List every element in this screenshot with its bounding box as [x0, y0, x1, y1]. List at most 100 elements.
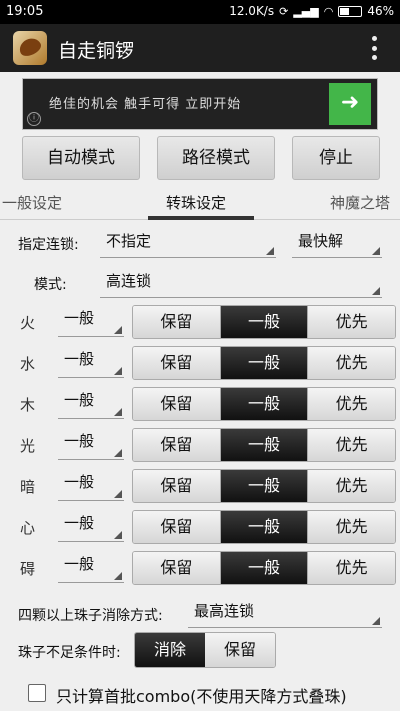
battery-fill	[340, 7, 350, 15]
element-label: 火	[20, 314, 36, 332]
segment-option[interactable]: 一般	[220, 306, 309, 338]
segment-option[interactable]: 保留	[133, 511, 221, 543]
status-right-group: 12.0K/s ⟳ ▂▄▆ ◠ 46%	[229, 4, 394, 18]
mode-spinner[interactable]: 高连锁	[100, 270, 382, 298]
element-priority-spinner[interactable]: 一般	[58, 307, 124, 337]
tab-bar: 一般设定 转珠设定 神魔之塔	[0, 184, 400, 220]
battery-percent: 46%	[367, 4, 394, 18]
ad-banner[interactable]: 绝佳的机会 触手可得 立即开始 ⓘ ➜	[22, 78, 378, 130]
dropdown-arrow-icon	[114, 367, 122, 375]
dropdown-arrow-icon	[114, 572, 122, 580]
element-segment-control: 保留 一般 优先	[132, 469, 396, 503]
combo-spinner[interactable]: 不指定	[100, 230, 276, 258]
dropdown-arrow-icon	[266, 247, 274, 255]
element-priority-spinner[interactable]: 一般	[58, 348, 124, 378]
path-mode-button[interactable]: 路径模式	[157, 136, 275, 180]
segment-option[interactable]: 一般	[220, 388, 309, 420]
element-segment-control: 保留 一般 优先	[132, 346, 396, 380]
sync-icon: ⟳	[279, 4, 289, 18]
segment-option[interactable]: 保留	[133, 429, 221, 461]
element-segment-control: 保留 一般 优先	[132, 305, 396, 339]
auto-mode-button[interactable]: 自动模式	[22, 136, 140, 180]
element-priority-value: 一般	[64, 555, 95, 573]
segment-option[interactable]: 优先	[308, 429, 395, 461]
element-priority-value: 一般	[64, 473, 95, 491]
tab-active-indicator	[148, 216, 254, 220]
signal-icon: ▂▄▆	[293, 4, 319, 18]
overflow-menu-icon[interactable]	[372, 36, 378, 60]
element-segment-control: 保留 一般 优先	[132, 428, 396, 462]
stop-button[interactable]: 停止	[292, 136, 380, 180]
element-priority-spinner[interactable]: 一般	[58, 512, 124, 542]
dropdown-arrow-icon	[372, 617, 380, 625]
segment-option[interactable]: 一般	[220, 511, 309, 543]
status-time: 19:05	[6, 4, 44, 19]
status-bar: 19:05 12.0K/s ⟳ ▂▄▆ ◠ 46%	[0, 0, 400, 24]
element-segment-control: 保留 一般 优先	[132, 387, 396, 421]
app-title: 自走铜锣	[58, 40, 135, 62]
segment-option[interactable]: 保留	[133, 306, 221, 338]
segment-option[interactable]: 保留	[133, 347, 221, 379]
element-label: 心	[20, 519, 36, 537]
segment-option[interactable]: 优先	[308, 388, 395, 420]
first-combo-label: 只计算首批combo(不使用天降方式叠珠)	[56, 687, 347, 706]
ad-text: 绝佳的机会 触手可得 立即开始	[49, 97, 242, 112]
segment-option[interactable]: 一般	[220, 470, 309, 502]
element-priority-spinner[interactable]: 一般	[58, 389, 124, 419]
element-priority-spinner[interactable]: 一般	[58, 553, 124, 583]
solve-spinner[interactable]: 最快解	[292, 230, 382, 258]
segment-option[interactable]: 优先	[308, 511, 395, 543]
dropdown-arrow-icon	[114, 326, 122, 334]
combo-spinner-value: 不指定	[106, 232, 152, 250]
element-label: 水	[20, 355, 36, 373]
combo-label: 指定连锁:	[18, 237, 79, 253]
element-label: 碍	[20, 560, 36, 578]
action-bar: 自走铜锣	[0, 24, 400, 72]
tab-bead-settings[interactable]: 转珠设定	[166, 192, 226, 213]
tab-tower-of-saviors[interactable]: 神魔之塔	[330, 192, 390, 213]
four-beads-label: 四颗以上珠子消除方式:	[18, 608, 163, 624]
four-beads-value: 最高连锁	[194, 602, 255, 620]
segment-option[interactable]: 一般	[220, 552, 309, 584]
insufficient-toggle: 消除 保留	[134, 632, 276, 668]
segment-option[interactable]: 优先	[308, 470, 395, 502]
segment-option[interactable]: 优先	[308, 347, 395, 379]
insufficient-label: 珠子不足条件时:	[18, 645, 121, 661]
segment-option[interactable]: 优先	[308, 552, 395, 584]
ad-info-icon[interactable]: ⓘ	[27, 112, 41, 126]
mode-spinner-value: 高连锁	[106, 272, 152, 290]
segment-option[interactable]: 保留	[133, 552, 221, 584]
solve-spinner-value: 最快解	[298, 232, 344, 250]
element-priority-value: 一般	[64, 391, 95, 409]
element-priority-value: 一般	[64, 432, 95, 450]
segment-option[interactable]: 优先	[308, 306, 395, 338]
wifi-icon: ◠	[323, 4, 334, 18]
dropdown-arrow-icon	[114, 408, 122, 416]
element-priority-value: 一般	[64, 514, 95, 532]
insufficient-option-eliminate[interactable]: 消除	[135, 633, 205, 667]
mode-label: 模式:	[34, 277, 67, 293]
element-segment-control: 保留 一般 优先	[132, 510, 396, 544]
first-combo-checkbox[interactable]	[28, 684, 46, 702]
dropdown-arrow-icon	[372, 287, 380, 295]
insufficient-option-keep[interactable]: 保留	[205, 633, 275, 667]
element-priority-value: 一般	[64, 309, 95, 327]
dropdown-arrow-icon	[114, 490, 122, 498]
segment-option[interactable]: 一般	[220, 347, 309, 379]
dropdown-arrow-icon	[114, 531, 122, 539]
segment-option[interactable]: 保留	[133, 388, 221, 420]
segment-option[interactable]: 一般	[220, 429, 309, 461]
battery-icon	[338, 5, 363, 17]
element-priority-spinner[interactable]: 一般	[58, 471, 124, 501]
app-leaf-icon	[13, 31, 47, 65]
tab-general[interactable]: 一般设定	[2, 192, 62, 213]
four-beads-spinner[interactable]: 最高连锁	[188, 600, 382, 628]
element-priority-spinner[interactable]: 一般	[58, 430, 124, 460]
network-speed: 12.0K/s	[229, 4, 275, 18]
dropdown-arrow-icon	[372, 247, 380, 255]
element-label: 暗	[20, 478, 36, 496]
dropdown-arrow-icon	[114, 449, 122, 457]
ad-go-arrow-icon[interactable]: ➜	[329, 83, 371, 125]
segment-option[interactable]: 保留	[133, 470, 221, 502]
element-priority-value: 一般	[64, 350, 95, 368]
